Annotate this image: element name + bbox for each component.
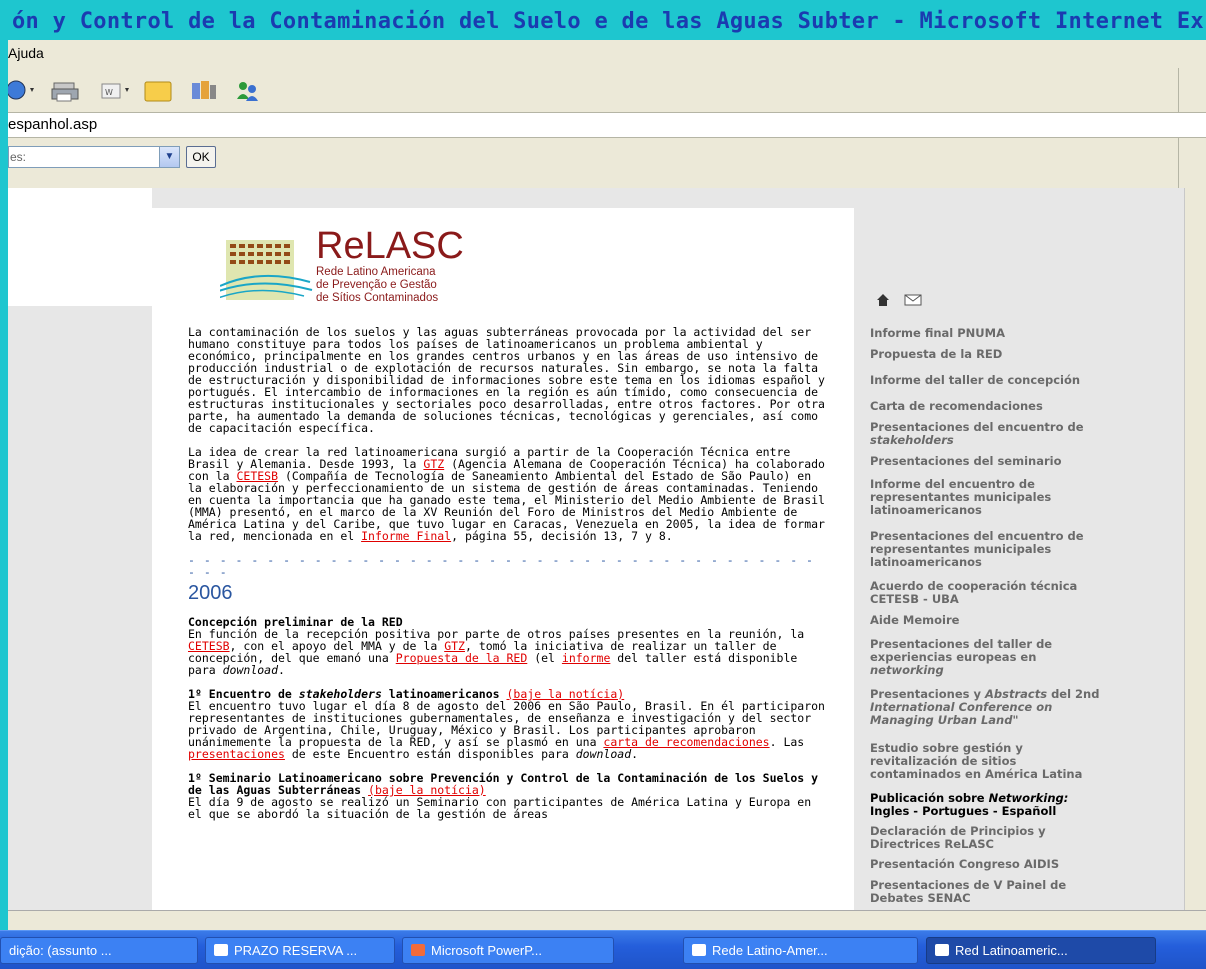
address-value[interactable]: espanhol.asp — [8, 116, 97, 133]
link-informe[interactable]: informe — [562, 651, 610, 665]
taskbar: dição: (assunto ... PRAZO RESERVA ... Mi… — [0, 930, 1206, 969]
intro-paragraph: La contaminación de los suelos y las agu… — [188, 325, 825, 435]
taskbar-button-5[interactable]: Red Latinoameric... — [926, 937, 1156, 964]
browser-window: Ajuda W espanhol.asp es: ▼ OK ReLASC Red… — [8, 40, 1206, 930]
section-encuentro: 1º Encuentro de stakeholders latinoameri… — [188, 687, 825, 761]
folder-icon[interactable] — [142, 77, 176, 103]
toolbar: W — [8, 68, 1178, 112]
links-bar: es: ▼ OK — [8, 140, 1206, 174]
history-paragraph: La idea de crear la red latinoamericana … — [188, 445, 825, 543]
logo-name: ReLASC — [316, 225, 464, 267]
print-icon[interactable] — [50, 77, 84, 103]
search-icon[interactable] — [8, 77, 38, 103]
sidebar-item-estudio[interactable]: Estudio sobre gestión y revitalización de… — [870, 742, 1176, 781]
window-title: ón y Control de la Contaminación del Sue… — [12, 9, 1204, 34]
language-select[interactable]: es: ▼ — [8, 146, 180, 168]
ie-icon — [935, 944, 949, 956]
address-bar[interactable]: espanhol.asp — [8, 112, 1206, 138]
edit-icon[interactable]: W — [96, 77, 130, 103]
sidebar-item-acuerdo[interactable]: Acuerdo de cooperación técnica CETESB - U… — [870, 580, 1176, 606]
language-select-value: es: — [10, 150, 27, 164]
menu-bar: Ajuda — [8, 40, 1206, 68]
logo-subtitle-3: de Sítios Contaminados — [316, 292, 439, 304]
sidebar-item-aidis[interactable]: Presentación Congreso AIDIS — [870, 858, 1176, 871]
sidebar-item-informe-pnuma[interactable]: Informe final PNUMA — [870, 327, 1176, 340]
ok-button[interactable]: OK — [186, 146, 216, 168]
year-heading: 2006 — [188, 582, 233, 604]
taskbar-button-4[interactable]: Rede Latino-Amer... — [683, 937, 918, 964]
research-icon[interactable] — [188, 77, 220, 103]
sidebar-item-aide-memoire[interactable]: Aide Memoire — [870, 614, 1176, 627]
menu-item-help[interactable]: Ajuda — [8, 45, 44, 61]
svg-text:W: W — [105, 88, 113, 97]
page-body: ReLASC Rede Latino Americana de Prevençã… — [152, 208, 854, 910]
sidebar-item-networking[interactable]: Publicación sobre Networking: Ingles - Po… — [870, 792, 1176, 818]
section-divider: - - - - - - - - - - - - - - - - - - - - … — [188, 553, 814, 579]
link-propuesta[interactable]: Propuesta de la RED — [396, 651, 528, 665]
sidebar-item-taller-europeas[interactable]: Presentaciones del taller de experiencias… — [870, 638, 1176, 677]
sidebar-icons — [876, 292, 922, 311]
main-article: La contaminación de los suelos y las agu… — [188, 326, 828, 832]
mail-icon[interactable] — [904, 292, 922, 311]
logo-dots-icon — [215, 236, 313, 312]
ie-icon — [692, 944, 706, 956]
messenger-icon[interactable] — [232, 77, 264, 103]
link-presentaciones[interactable]: presentaciones — [188, 747, 285, 761]
home-icon[interactable] — [876, 292, 890, 311]
taskbar-button-1[interactable]: dição: (assunto ... — [0, 937, 198, 964]
taskbar-button-2[interactable]: PRAZO RESERVA ... — [205, 937, 395, 964]
vertical-scrollbar[interactable] — [1184, 188, 1206, 910]
section-concepcion: Concepción preliminar de la RED En funció… — [188, 615, 805, 677]
link-informe-final[interactable]: Informe Final — [361, 529, 451, 543]
sidebar-item-abstracts[interactable]: Presentaciones y Abstracts del 2nd Intern… — [870, 688, 1176, 727]
left-strip — [8, 188, 152, 306]
sidebar-item-pres-seminario[interactable]: Presentaciones del seminario — [870, 455, 1176, 468]
chevron-down-icon[interactable]: ▼ — [159, 147, 179, 167]
window-icon — [214, 944, 228, 956]
logo-subtitle-2: de Prevenção e Gestão — [316, 279, 437, 291]
taskbar-button-3[interactable]: Microsoft PowerP... — [402, 937, 614, 964]
sidebar-item-propuesta[interactable]: Propuesta de la RED — [870, 348, 1176, 361]
powerpoint-icon — [411, 944, 425, 956]
sidebar-item-pres-stakeholders[interactable]: Presentaciones del encuentro de stakehold… — [870, 421, 1176, 447]
sidebar-item-pres-municipales[interactable]: Presentaciones del encuentro de represent… — [870, 530, 1176, 569]
sidebar: Informe final PNUMA Propuesta de la RED … — [854, 208, 1184, 910]
section-seminario-title: 1º Seminario Latinoamericano sobre Preve… — [188, 771, 819, 797]
logo-subtitle-1: Rede Latino Americana — [316, 266, 436, 278]
sidebar-item-senac[interactable]: Presentaciones de V Painel de Debates SEN… — [870, 879, 1176, 905]
sidebar-item-declaracion[interactable]: Declaración de Principios y Directrices R… — [870, 825, 1176, 851]
sidebar-item-informe-municipales[interactable]: Informe del encuentro de representantes m… — [870, 478, 1176, 517]
sidebar-item-informe-taller[interactable]: Informe del taller de concepción — [870, 374, 1176, 387]
sidebar-item-carta[interactable]: Carta de recomendaciones — [870, 400, 1176, 413]
section-seminario: 1º Seminario Latinoamericano sobre Preve… — [188, 771, 819, 821]
page-viewport: ReLASC Rede Latino Americana de Prevençã… — [8, 188, 1184, 910]
relasc-logo[interactable]: ReLASC Rede Latino Americana de Prevençã… — [215, 225, 510, 318]
status-bar — [8, 910, 1206, 930]
